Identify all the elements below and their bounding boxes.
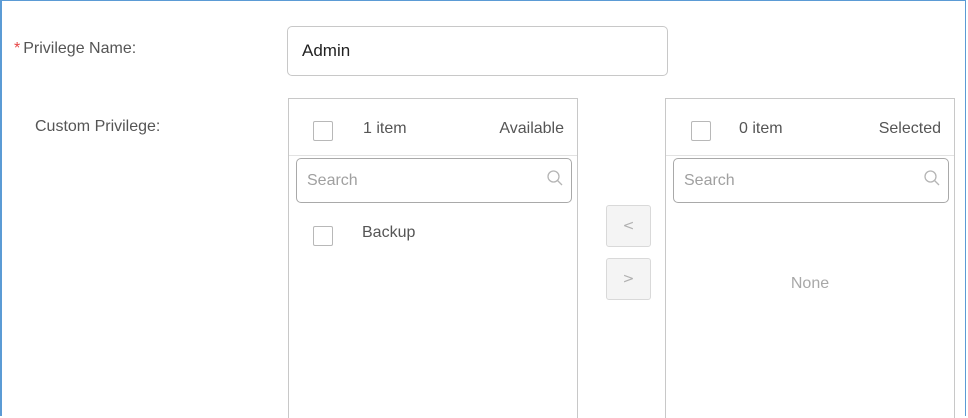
empty-state-text: None [790,275,830,292]
available-search-input[interactable] [296,158,572,203]
search-icon[interactable] [546,169,564,187]
available-panel-title: Available [499,120,564,137]
list-item[interactable]: Backup [289,217,577,253]
selected-search-input[interactable] [673,158,949,203]
search-icon[interactable] [923,169,941,187]
selected-panel: 0 item Selected None [665,98,955,418]
selected-panel-header: 0 item Selected [666,99,954,156]
available-select-all-checkbox[interactable] [313,121,333,141]
selected-panel-title: Selected [878,120,941,137]
privilege-name-input[interactable] [287,26,668,76]
selected-select-all-checkbox[interactable] [691,121,711,141]
required-marker: * [14,40,21,57]
selected-count: 0 item [739,120,783,137]
privilege-name-label-text: Privilege Name: [23,40,137,57]
item-checkbox[interactable] [313,226,333,246]
move-left-button[interactable]: < [606,205,651,247]
custom-privilege-label: Custom Privilege: [35,118,161,135]
privilege-name-label: * Privilege Name: [14,40,136,58]
available-count: 1 item [363,120,407,137]
move-right-button[interactable]: > [606,258,651,300]
available-panel: 1 item Available Backup [288,98,578,418]
item-label: Backup [362,224,416,241]
available-panel-header: 1 item Available [289,99,577,156]
